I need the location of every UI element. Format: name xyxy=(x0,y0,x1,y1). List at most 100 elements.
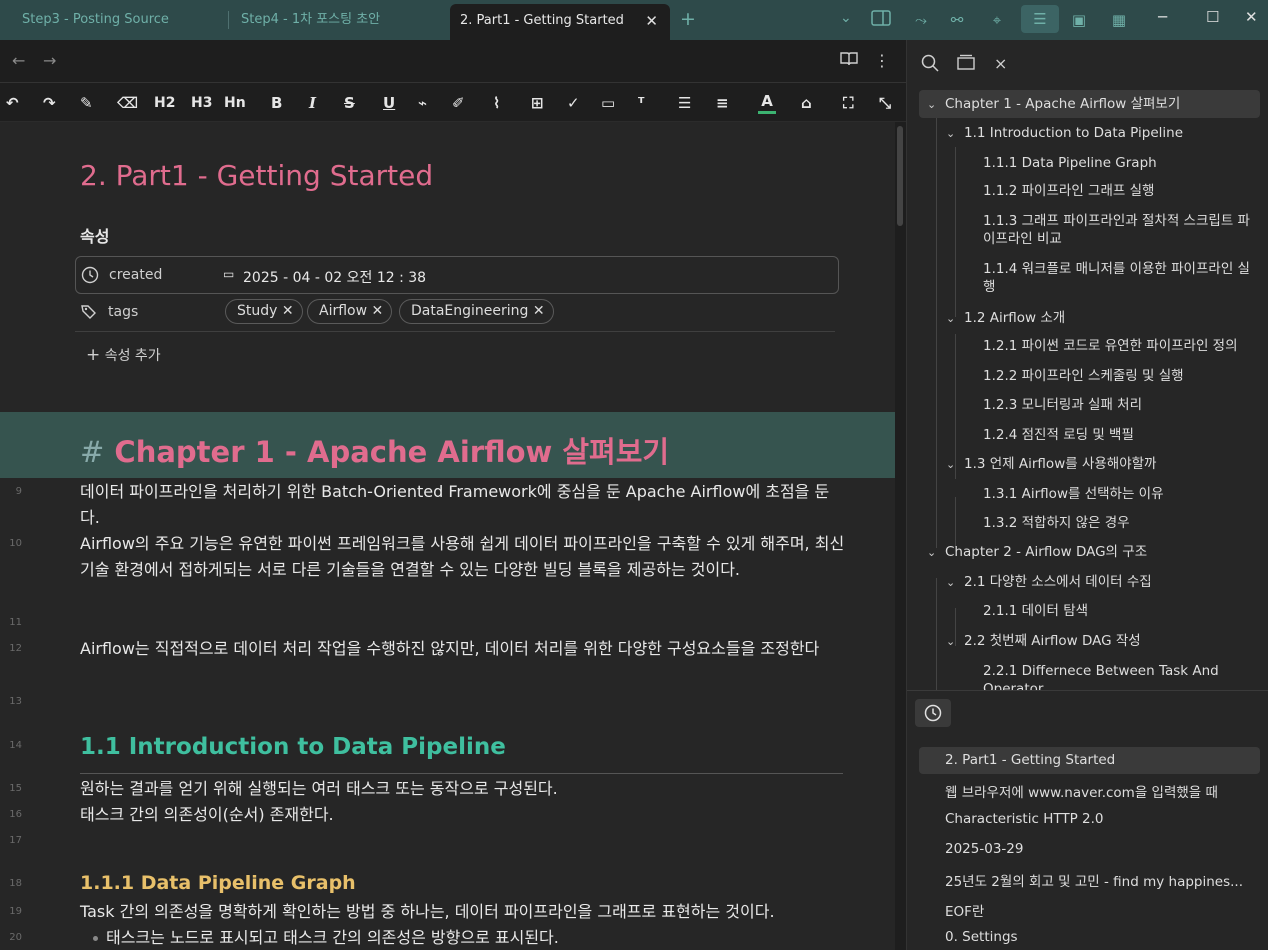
redo-icon[interactable]: ↷ xyxy=(43,92,56,114)
forward-icon[interactable]: → xyxy=(43,51,56,70)
collapse-icon[interactable]: ⤡ xyxy=(879,92,891,114)
paragraph[interactable]: 원하는 결과를 얻기 위해 실행되는 여러 태스크 또는 동작으로 구성된다. xyxy=(80,776,845,802)
paragraph[interactable]: Task 간의 의존성을 명확하게 확인하는 방법 중 하나는, 데이터 파이프… xyxy=(80,899,845,925)
highlight-color-icon[interactable]: ⌂ xyxy=(801,92,812,114)
remove-tag-icon[interactable]: ✕ xyxy=(282,303,294,319)
undo-icon[interactable]: ↶ xyxy=(6,92,19,114)
chevron-down-icon[interactable]: ⌄ xyxy=(946,127,955,140)
bold-button[interactable]: B xyxy=(271,92,282,114)
recent-file-item[interactable]: 0. Settings xyxy=(945,929,1018,945)
outline-item[interactable]: 1.3.1 Airflow를 선택하는 이유 xyxy=(983,485,1164,503)
back-icon[interactable]: ← xyxy=(12,51,25,70)
outline-item[interactable]: 1.2.4 점진적 로딩 및 백필 xyxy=(983,426,1134,444)
outline-item[interactable]: 2.2.1 Differnece Between Task And Operat… xyxy=(983,662,1253,690)
recent-files-button[interactable] xyxy=(915,699,951,727)
sidebar-toggle-icon[interactable] xyxy=(871,10,891,30)
paragraph[interactable]: 데이터 파이프라인을 처리하기 위한 Batch-Oriented Framew… xyxy=(80,479,845,531)
sidebar-split[interactable] xyxy=(907,690,1268,691)
recent-file-item[interactable]: 웹 브라우저에 www.naver.com을 입력했을 때 xyxy=(945,781,1218,801)
outline-item[interactable]: 1.2.3 모니터링과 실패 처리 xyxy=(983,396,1142,414)
more-options-icon[interactable]: ⋮ xyxy=(874,51,890,70)
paragraph[interactable]: Airflow의 주요 기능은 유연한 파이썬 프레임워크를 사용해 쉽게 데이… xyxy=(80,531,845,583)
font-color-button[interactable]: A xyxy=(758,92,776,114)
calendar-icon[interactable]: ▦ xyxy=(1108,9,1130,31)
chevron-down-icon[interactable]: ⌄ xyxy=(946,458,955,471)
highlight-pen-icon[interactable]: ⌁ xyxy=(418,92,427,114)
paragraph[interactable]: 태스크 간의 의존성이(순서) 존재한다. xyxy=(80,802,845,828)
table-icon[interactable]: ⊞ xyxy=(531,92,544,114)
chevron-down-icon[interactable]: ⌄ xyxy=(927,98,936,111)
editor-scrollbar[interactable] xyxy=(897,126,903,226)
heading-n-button[interactable]: Hn xyxy=(224,92,246,114)
heading2[interactable]: 1.1 Introduction to Data Pipeline xyxy=(80,734,506,760)
outline-item[interactable]: 1.2.1 파이썬 코드로 유연한 파이프라인 정의 xyxy=(983,337,1238,355)
chapter-heading[interactable]: # Chapter 1 - Apache Airflow 살펴보기 xyxy=(80,429,669,471)
underline-button[interactable]: U xyxy=(383,92,395,114)
new-tab-icon[interactable]: + xyxy=(680,8,696,30)
strikethrough-button[interactable]: S xyxy=(344,92,355,114)
search-icon[interactable] xyxy=(921,54,939,76)
editor-pane[interactable]: 2. Part1 - Getting Started 속성 created ▭ … xyxy=(0,122,895,950)
property-tags[interactable]: tags Study ✕ Airflow ✕ DataEngineering ✕ xyxy=(75,294,835,332)
add-property-button[interactable]: + 속성 추가 xyxy=(86,345,161,365)
backlinks-icon[interactable]: ⤳ xyxy=(910,9,932,31)
links-icon[interactable]: ⚯ xyxy=(946,9,968,31)
chevron-down-icon[interactable]: ⌄ xyxy=(946,576,955,589)
collapse-all-icon[interactable]: ⨯ xyxy=(994,54,1007,73)
paragraph[interactable]: Airflow는 직접적으로 데이터 처리 작업을 수행하진 않지만, 데이터 … xyxy=(80,636,845,662)
outline-item[interactable]: 2.2 첫번째 Airflow DAG 작성 xyxy=(964,632,1141,650)
recent-file-item[interactable]: 25년도 2월의 회고 및 고민 - find my happines... xyxy=(945,870,1243,890)
tag-icon[interactable]: ⌖ xyxy=(986,9,1008,31)
outline-item[interactable]: 1.1 Introduction to Data Pipeline xyxy=(964,124,1183,142)
archive-icon[interactable]: ▣ xyxy=(1068,9,1090,31)
list-icon[interactable]: ☰ xyxy=(678,92,691,114)
tag-pill[interactable]: DataEngineering ✕ xyxy=(399,299,554,324)
list-item[interactable]: 태스크는 노드로 표시되고 태스크 간의 의존성은 방향으로 표시된다. xyxy=(106,925,846,950)
chevron-down-icon[interactable]: ⌄ xyxy=(946,312,955,325)
remove-tag-icon[interactable]: ✕ xyxy=(372,303,384,319)
outline-item[interactable]: Chapter 2 - Airflow DAG의 구조 xyxy=(945,543,1147,561)
outline-item[interactable]: 1.2 Airflow 소개 xyxy=(964,309,1065,327)
tab-step4[interactable]: Step4 - 1차 포스팅 초안 xyxy=(228,0,450,40)
superscript-icon[interactable]: ᵀ xyxy=(638,92,644,114)
recent-file-item[interactable]: 2. Part1 - Getting Started xyxy=(945,752,1115,768)
recent-file-item[interactable]: EOF란 xyxy=(945,900,984,920)
created-value[interactable]: 2025 - 04 - 02 오전 12 : 38 xyxy=(243,267,426,287)
eraser-icon[interactable]: ⌫ xyxy=(117,92,138,114)
align-icon[interactable]: ≡ xyxy=(716,92,729,114)
outline-item[interactable]: 1.2.2 파이프라인 스케줄링 및 실행 xyxy=(983,367,1184,385)
outline-item[interactable]: 1.3 언제 Airflow를 사용해야할까 xyxy=(964,455,1156,473)
comment-icon[interactable]: ▭ xyxy=(601,92,615,114)
outline-item[interactable]: 1.1.4 워크플로 매니저를 이용한 파이프라인 실행 xyxy=(983,260,1253,296)
tag-pill[interactable]: Airflow ✕ xyxy=(307,299,393,324)
close-icon[interactable]: ✕ xyxy=(645,4,658,38)
chevron-down-icon[interactable]: ⌄ xyxy=(927,546,936,559)
fullscreen-icon[interactable]: ⛶ xyxy=(843,92,854,114)
reading-view-icon[interactable] xyxy=(840,51,858,71)
tag-pill[interactable]: Study ✕ xyxy=(225,299,303,324)
remove-tag-icon[interactable]: ✕ xyxy=(533,303,545,319)
minimize-button[interactable]: ─ xyxy=(1158,8,1167,26)
outline-item[interactable]: 2.1 다양한 소스에서 데이터 수집 xyxy=(964,573,1152,591)
heading3-button[interactable]: H3 xyxy=(191,92,212,114)
page-title[interactable]: 2. Part1 - Getting Started xyxy=(80,159,433,192)
recent-file-item[interactable]: Characteristic HTTP 2.0 xyxy=(945,811,1104,827)
heading2-button[interactable]: H2 xyxy=(154,92,175,114)
edit-box-icon[interactable]: ✐ xyxy=(452,92,465,114)
italic-button[interactable]: I xyxy=(309,92,316,114)
tab-step3[interactable]: Step3 - Posting Source xyxy=(0,0,227,40)
attachment-icon[interactable]: ⌇ xyxy=(493,92,500,114)
outline-item[interactable]: 1.1.3 그래프 파이프라인과 절차적 스크립트 파이프라인 비교 xyxy=(983,212,1253,248)
close-window-button[interactable]: ✕ xyxy=(1245,8,1258,26)
recent-file-item[interactable]: 2025-03-29 xyxy=(945,841,1023,857)
outline-item[interactable]: 2.1.1 데이터 탐색 xyxy=(983,602,1088,620)
tab-getting-started[interactable]: 2. Part1 - Getting Started ✕ xyxy=(450,4,670,40)
outline-view-icon[interactable] xyxy=(957,54,975,76)
maximize-button[interactable]: ☐ xyxy=(1206,8,1219,26)
outline-item[interactable]: Chapter 1 - Apache Airflow 살펴보기 xyxy=(945,95,1180,113)
outline-item[interactable]: 1.1.1 Data Pipeline Graph xyxy=(983,154,1157,172)
outline-item[interactable]: 1.1.2 파이프라인 그래프 실행 xyxy=(983,182,1154,200)
format-painter-icon[interactable]: ✎ xyxy=(80,92,93,114)
heading3[interactable]: 1.1.1 Data Pipeline Graph xyxy=(80,872,356,894)
property-created[interactable]: created ▭ 2025 - 04 - 02 오전 12 : 38 xyxy=(75,256,839,294)
